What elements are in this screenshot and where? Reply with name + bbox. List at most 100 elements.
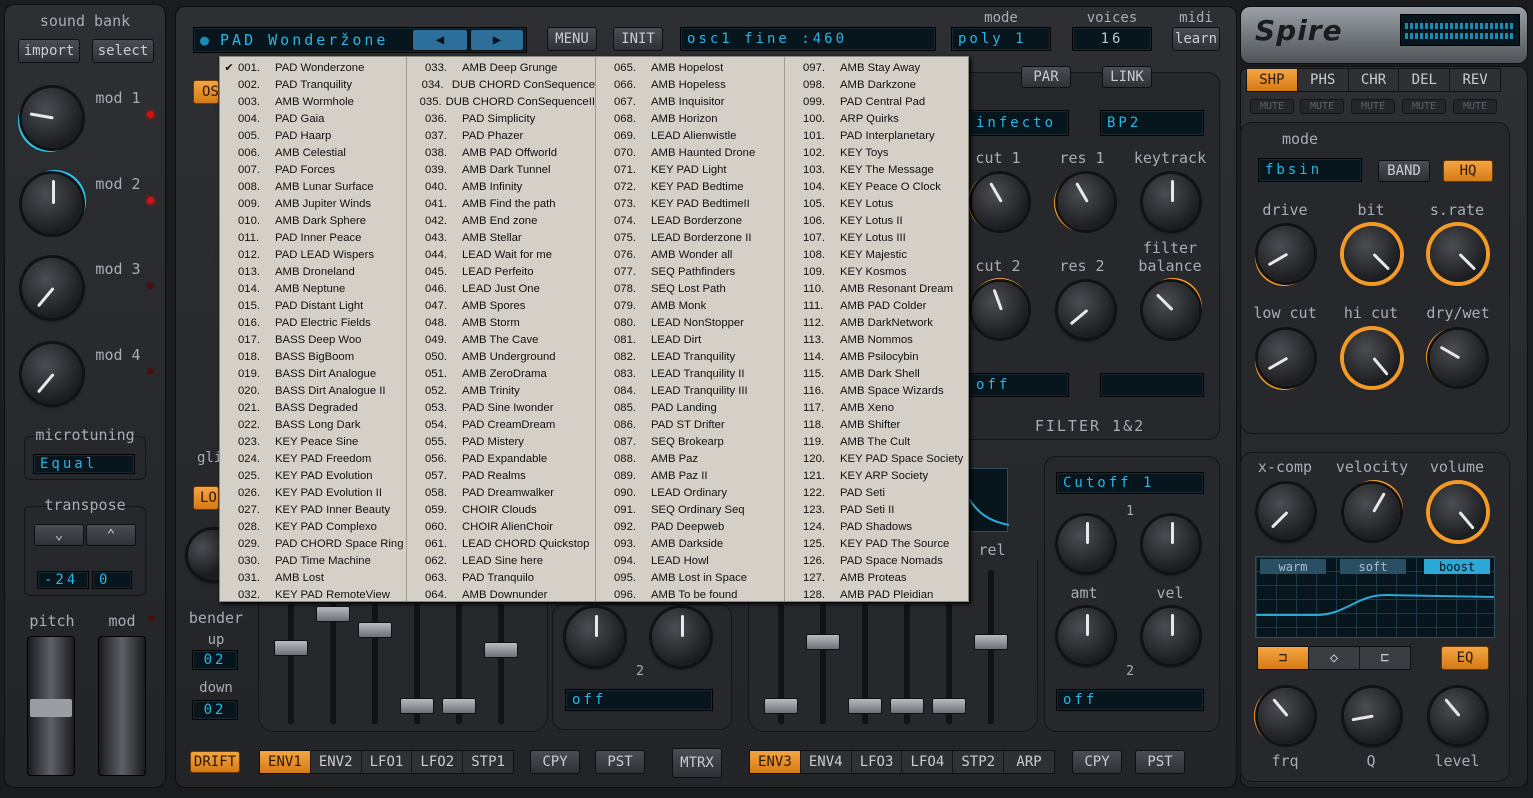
preset-menu-item[interactable]: 074. LEAD Borderzone — [596, 212, 784, 229]
preset-menu-item[interactable]: 097. AMB Stay Away — [785, 59, 968, 76]
preset-menu-item[interactable]: 060. CHOIR AlienChoir — [407, 518, 595, 535]
mod2-vel-knob[interactable] — [1143, 608, 1199, 664]
preset-menu-item[interactable]: 120. KEY PAD Space Society — [785, 450, 968, 467]
mod4-knob[interactable] — [22, 344, 82, 404]
preset-menu-item[interactable]: 041. AMB Find the path — [407, 195, 595, 212]
preset-menu-item[interactable]: 103. KEY The Message — [785, 161, 968, 178]
env3-slider-4[interactable] — [890, 698, 924, 714]
eq-q-knob[interactable] — [1344, 688, 1400, 744]
transpose-octave-display[interactable]: -24 — [37, 571, 89, 589]
lo-button-partial[interactable]: LO — [193, 486, 219, 510]
preset-next-button[interactable]: ▶ — [470, 29, 524, 51]
preset-menu-item[interactable]: 003. AMB Wormhole — [220, 93, 406, 110]
preset-menu-item[interactable]: 123. PAD Seti II — [785, 501, 968, 518]
tab-rev[interactable]: REV — [1450, 69, 1500, 91]
preset-menu-item[interactable]: 026. KEY PAD Evolution II — [220, 484, 406, 501]
dry-wet-knob[interactable] — [1430, 330, 1486, 386]
hq-button[interactable]: HQ — [1443, 160, 1493, 182]
preset-menu-item[interactable]: 115. AMB Dark Shell — [785, 365, 968, 382]
preset-menu-item[interactable]: 093. AMB Darkside — [596, 535, 784, 552]
tab-env2[interactable]: ENV2 — [311, 751, 362, 773]
preset-menu-item[interactable]: 067. AMB Inquisitor — [596, 93, 784, 110]
preset-menu-item[interactable]: 070. AMB Haunted Drone — [596, 144, 784, 161]
preset-menu-item[interactable]: 009. AMB Jupiter Winds — [220, 195, 406, 212]
cutoff-display[interactable]: Cutoff 1 — [1056, 472, 1204, 494]
preset-menu-item[interactable]: 008. AMB Lunar Surface — [220, 178, 406, 195]
preset-menu-item[interactable]: 014. AMB Neptune — [220, 280, 406, 297]
preset-menu-item[interactable]: 107. KEY Lotus III — [785, 229, 968, 246]
mute-rev-button[interactable]: MUTE — [1453, 99, 1497, 114]
preset-menu-item[interactable]: 065. AMB Hopelost — [596, 59, 784, 76]
link-button[interactable]: LINK — [1102, 66, 1152, 88]
mute-phs-button[interactable]: MUTE — [1300, 99, 1344, 114]
preset-menu-item[interactable]: 124. PAD Shadows — [785, 518, 968, 535]
preset-menu-item[interactable]: 005. PAD Haarp — [220, 127, 406, 144]
preset-menu-item[interactable]: 034. DUB CHORD ConSequence — [407, 76, 595, 93]
filter-balance-knob[interactable] — [1143, 282, 1199, 338]
preset-menu-item[interactable]: 127. AMB Proteas — [785, 569, 968, 586]
preset-menu-item[interactable]: 095. AMB Lost in Space — [596, 569, 784, 586]
voice-mode-display[interactable]: poly 1 — [951, 27, 1051, 51]
preset-menu-item[interactable]: 017. BASS Deep Woo — [220, 331, 406, 348]
env3-slider-1[interactable] — [764, 698, 798, 714]
preset-menu-item[interactable]: 063. PAD Tranquilo — [407, 569, 595, 586]
preset-menu-item[interactable]: 114. AMB Psilocybin — [785, 348, 968, 365]
env3-slider-3[interactable] — [848, 698, 882, 714]
mute-shp-button[interactable]: MUTE — [1250, 99, 1294, 114]
preset-menu-item[interactable]: 098. AMB Darkzone — [785, 76, 968, 93]
preset-menu-item[interactable]: 111. AMB PAD Colder — [785, 297, 968, 314]
preset-menu-item[interactable]: 064. AMB Downunder — [407, 586, 595, 603]
preset-menu-item[interactable]: 072. KEY PAD Bedtime — [596, 178, 784, 195]
preset-menu-item[interactable]: 019. BASS Dirt Analogue — [220, 365, 406, 382]
preset-menu-item[interactable]: 035. DUB CHORD ConSequenceII — [407, 93, 595, 110]
preset-menu-item[interactable]: 006. AMB Celestial — [220, 144, 406, 161]
lfo1-knob-a[interactable] — [566, 608, 624, 666]
preset-menu-item[interactable]: 049. AMB The Cave — [407, 331, 595, 348]
preset-menu-item[interactable]: 030. PAD Time Machine — [220, 552, 406, 569]
tab-env4[interactable]: ENV4 — [801, 751, 852, 773]
preset-menu-item[interactable]: 042. AMB End zone — [407, 212, 595, 229]
preset-menu-item[interactable]: 052. AMB Trinity — [407, 382, 595, 399]
preset-menu-item[interactable]: 051. AMB ZeroDrama — [407, 365, 595, 382]
preset-menu-item[interactable]: 011. PAD Inner Peace — [220, 229, 406, 246]
preset-menu-item[interactable]: 029. PAD CHORD Space Ring — [220, 535, 406, 552]
tab-env3[interactable]: ENV3 — [750, 751, 801, 773]
preset-menu-item[interactable]: 037. PAD Phazer — [407, 127, 595, 144]
preset-prev-button[interactable]: ◀ — [412, 29, 468, 51]
voices-display[interactable]: 16 — [1072, 27, 1152, 51]
preset-menu-item[interactable]: 024. KEY PAD Freedom — [220, 450, 406, 467]
tab-stp1[interactable]: STP1 — [463, 751, 513, 773]
preset-menu-item[interactable]: 038. AMB PAD Offworld — [407, 144, 595, 161]
preset-menu-item[interactable]: 028. KEY PAD Complexo — [220, 518, 406, 535]
preset-menu-item[interactable]: 039. AMB Dark Tunnel — [407, 161, 595, 178]
preset-menu-item[interactable]: 057. PAD Realms — [407, 467, 595, 484]
bender-down-display[interactable]: 02 — [192, 700, 238, 720]
preset-menu-item[interactable]: 012. PAD LEAD Wispers — [220, 246, 406, 263]
preset-menu-item[interactable]: 069. LEAD Alienwistle — [596, 127, 784, 144]
eq-lowshelf-button[interactable]: ⊐ — [1258, 647, 1309, 669]
menu-button[interactable]: MENU — [547, 27, 597, 51]
preset-menu-item[interactable]: 055. PAD Mistery — [407, 433, 595, 450]
filter2-type-display[interactable]: BP2 — [1100, 110, 1204, 136]
copy-left-button[interactable]: CPY — [530, 750, 580, 774]
env-slider-5[interactable] — [442, 698, 476, 714]
preset-menu-item[interactable]: 023. KEY Peace Sine — [220, 433, 406, 450]
eq-peak-button[interactable]: ◇ — [1309, 647, 1360, 669]
filter1-type-display[interactable]: infecto — [969, 110, 1069, 136]
preset-menu-item[interactable]: 088. AMB Paz — [596, 450, 784, 467]
eq-button[interactable]: EQ — [1441, 646, 1489, 670]
preset-menu-item[interactable]: 022. BASS Long Dark — [220, 416, 406, 433]
preset-menu-item[interactable]: 105. KEY Lotus — [785, 195, 968, 212]
preset-menu-item[interactable]: 036. PAD Simplicity — [407, 110, 595, 127]
env-slider-3[interactable] — [358, 622, 392, 638]
preset-menu-item[interactable]: 050. AMB Underground — [407, 348, 595, 365]
preset-menu-item[interactable]: 091. SEQ Ordinary Seq — [596, 501, 784, 518]
lfo1-mod-display[interactable]: off — [565, 689, 713, 711]
preset-menu-item[interactable]: 015. PAD Distant Light — [220, 297, 406, 314]
preset-menu-item[interactable]: 080. LEAD NonStopper — [596, 314, 784, 331]
preset-menu-item[interactable]: 007. PAD Forces — [220, 161, 406, 178]
cut1-knob[interactable] — [972, 174, 1028, 230]
mod1-vel-knob[interactable] — [1143, 516, 1199, 572]
preset-menu-item[interactable]: 013. AMB Droneland — [220, 263, 406, 280]
env-slider-6[interactable] — [484, 642, 518, 658]
